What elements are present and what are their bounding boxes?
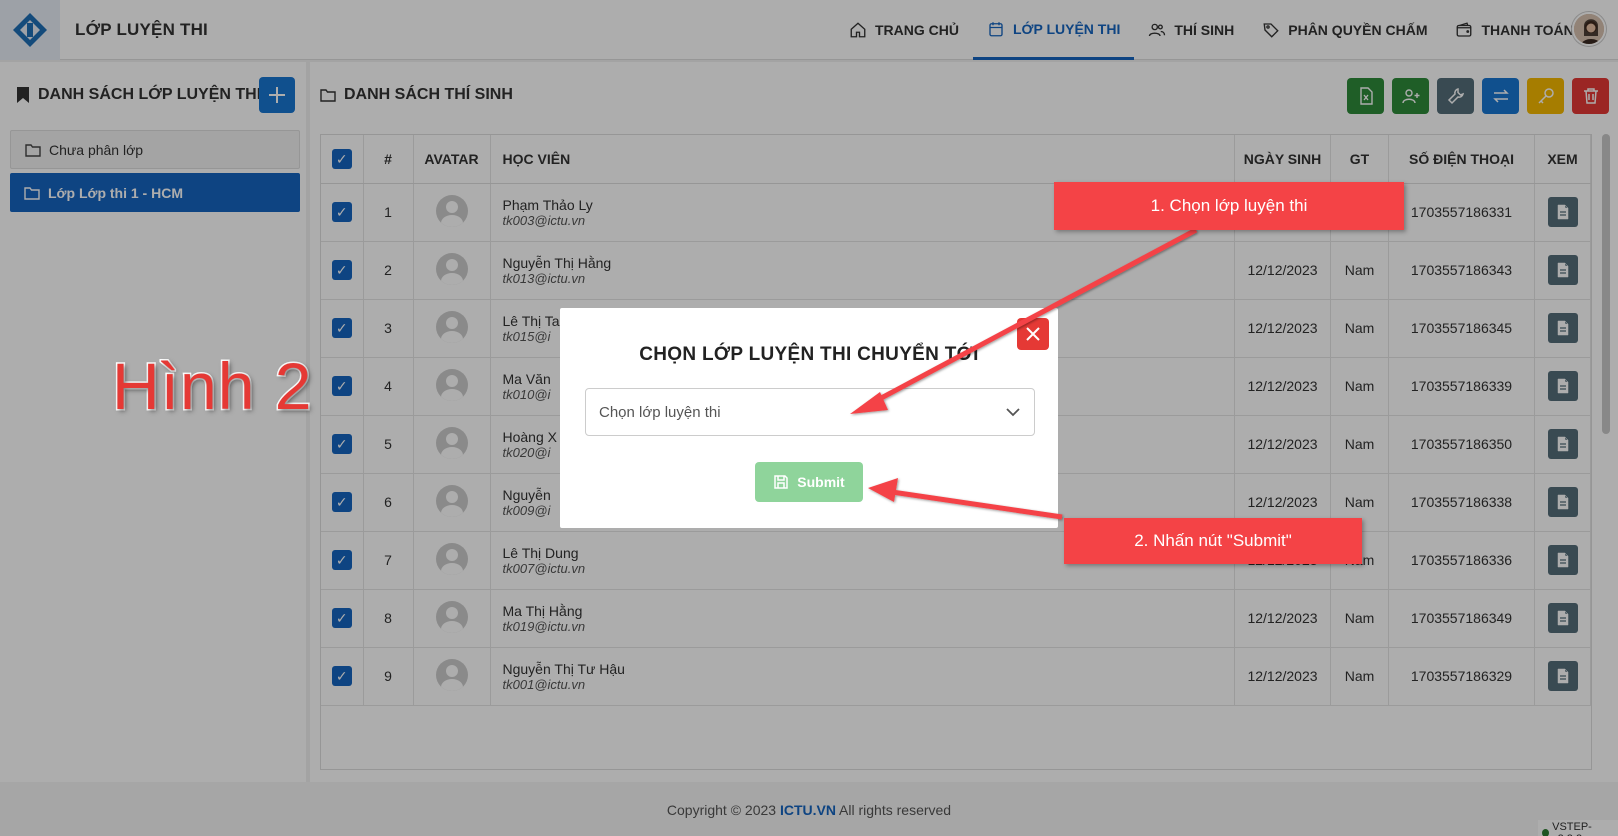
callout-step2: 2. Nhấn nút "Submit" — [1064, 518, 1362, 564]
arrow-step2-head — [868, 478, 898, 502]
figure-label: Hình 2 — [110, 348, 313, 425]
arrow-step2 — [891, 489, 1063, 520]
arrow-step1 — [868, 227, 1198, 407]
callout-step1: 1. Chọn lớp luyện thi — [1054, 182, 1404, 230]
